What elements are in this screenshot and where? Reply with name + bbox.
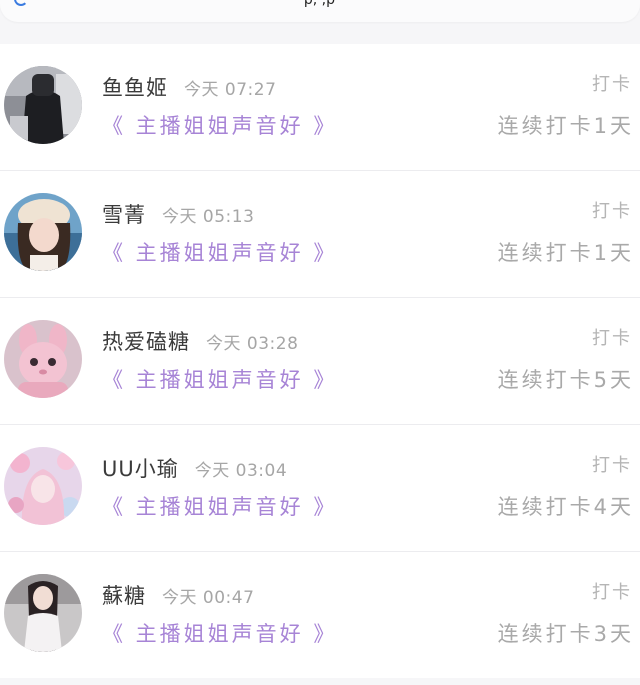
user-name-text: 雪菁 — [102, 203, 146, 227]
checkin-button[interactable]: 打卡 — [592, 451, 632, 477]
list-item[interactable]: UU小瑜 今天 03:04 《 主播姐姐声音好 》 打卡 连续打卡4天 — [0, 425, 640, 552]
avatar[interactable] — [4, 66, 82, 144]
list-item[interactable]: 热爱磕糖 今天 03:28 《 主播姐姐声音好 》 打卡 连续打卡5天 — [0, 298, 640, 425]
user-name: 蘇糖 今天 00:47 — [102, 580, 254, 610]
checkin-time: 今天 00:47 — [162, 588, 255, 608]
avatar-pink-bunny-icon — [4, 320, 82, 398]
checkin-time: 今天 03:28 — [206, 334, 299, 354]
streak-label: 连续打卡4天 — [497, 495, 634, 519]
top-bar-title: 'p, ,p — [300, 0, 335, 8]
top-bar: 'p, ,p — [0, 0, 640, 22]
checkin-button[interactable]: 打卡 — [592, 70, 632, 96]
streak-label: 连续打卡1天 — [497, 114, 634, 138]
list-item[interactable]: 蘇糖 今天 00:47 《 主播姐姐声音好 》 打卡 连续打卡3天 — [0, 552, 640, 678]
user-name: 热爱磕糖 今天 03:28 — [102, 326, 298, 356]
song-link[interactable]: 《 主播姐姐声音好 》 — [102, 237, 337, 267]
user-name: 鱼鱼姬 今天 07:27 — [102, 72, 276, 102]
avatar-girl-fur-hat-icon — [4, 193, 82, 271]
avatar-pink-fantasy-icon — [4, 447, 82, 525]
checkin-button[interactable]: 打卡 — [592, 324, 632, 350]
checkin-time: 今天 03:04 — [194, 461, 288, 481]
avatar-white-dress-icon — [4, 574, 82, 652]
streak-label: 连续打卡3天 — [497, 622, 634, 646]
avatar[interactable] — [4, 320, 82, 398]
user-name: 雪菁 今天 05:13 — [102, 199, 254, 229]
streak-label: 连续打卡5天 — [497, 368, 634, 392]
user-name-text: UU小瑜 — [102, 457, 179, 481]
checkin-time: 今天 05:13 — [162, 207, 255, 227]
song-link[interactable]: 《 主播姐姐声音好 》 — [102, 491, 337, 521]
song-link[interactable]: 《 主播姐姐声音好 》 — [102, 618, 337, 648]
user-name-text: 热爱磕糖 — [102, 330, 190, 354]
avatar[interactable] — [4, 574, 82, 652]
user-name-text: 蘇糖 — [102, 584, 146, 608]
refresh-icon[interactable] — [14, 0, 28, 6]
avatar-dark-outfit-icon — [4, 66, 82, 144]
checkin-list: 鱼鱼姬 今天 07:27 《 主播姐姐声音好 》 打卡 连续打卡1天 雪菁 今天 0… — [0, 44, 640, 678]
song-link[interactable]: 《 主播姐姐声音好 》 — [102, 364, 337, 394]
checkin-button[interactable]: 打卡 — [592, 578, 632, 604]
avatar[interactable] — [4, 193, 82, 271]
avatar[interactable] — [4, 447, 82, 525]
checkin-time: 今天 07:27 — [184, 80, 277, 100]
checkin-button[interactable]: 打卡 — [592, 197, 632, 223]
song-link[interactable]: 《 主播姐姐声音好 》 — [102, 110, 337, 140]
list-item[interactable]: 雪菁 今天 05:13 《 主播姐姐声音好 》 打卡 连续打卡1天 — [0, 171, 640, 298]
user-name: UU小瑜 今天 03:04 — [102, 453, 287, 483]
user-name-text: 鱼鱼姬 — [102, 76, 168, 100]
streak-label: 连续打卡1天 — [497, 241, 634, 265]
list-item[interactable]: 鱼鱼姬 今天 07:27 《 主播姐姐声音好 》 打卡 连续打卡1天 — [0, 44, 640, 171]
